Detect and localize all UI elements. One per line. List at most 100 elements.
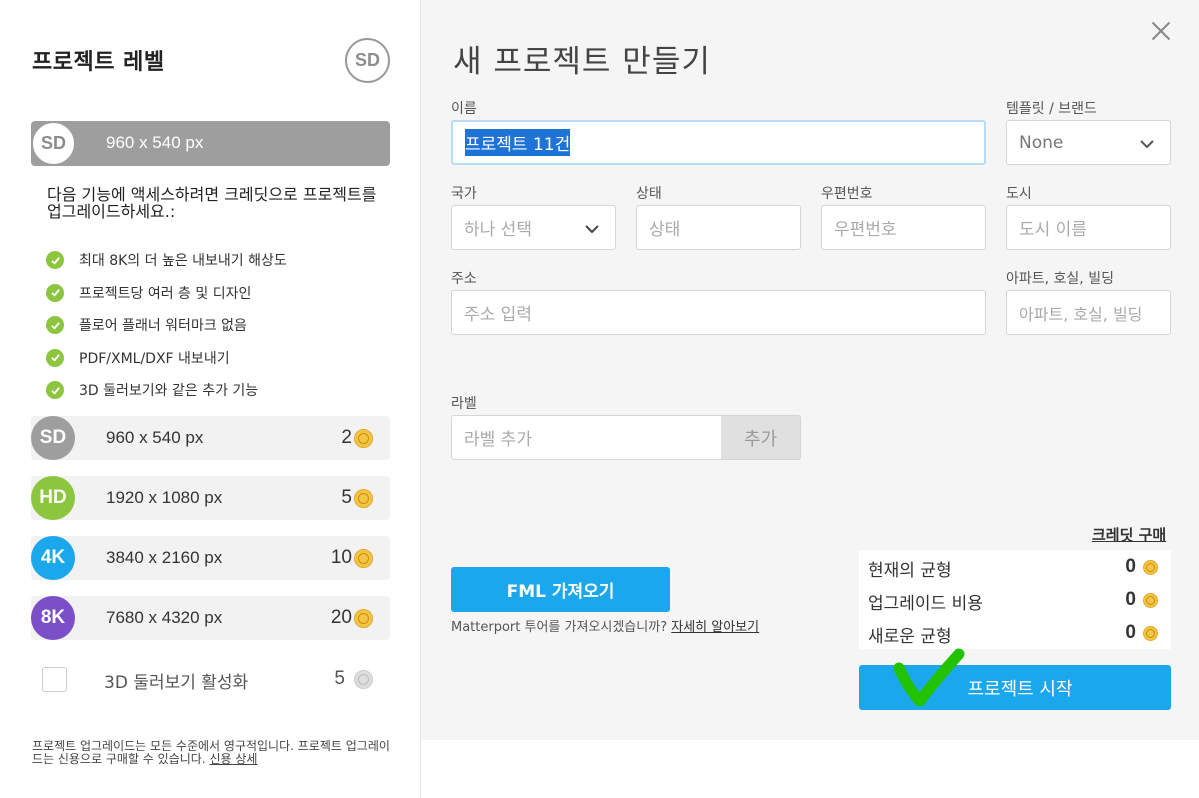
import-fml-button[interactable]: FML 가져오기 — [451, 567, 670, 612]
level-resolution: 7680 x 4320 px — [106, 608, 223, 627]
level-cost: 10 — [330, 547, 352, 568]
address-placeholder: 주소 입력 — [464, 305, 532, 325]
check-icon — [46, 381, 64, 400]
upgrade-description: 다음 기능에 액세스하려면 크레딧으로 프로젝트를 업그레이드하세요.: — [47, 185, 377, 221]
tour-cost: 5 — [334, 668, 345, 689]
city-label: 도시 — [1006, 186, 1032, 202]
country-label: 국가 — [451, 186, 477, 202]
upgrade-footnote: 프로젝트 업그레이드는 모든 수준에서 영구적입니다. 프로젝트 업그레이드는 … — [32, 740, 392, 766]
balance-label: 새로운 균형 — [868, 627, 952, 647]
panel-footer — [421, 740, 1199, 798]
template-select[interactable]: None — [1006, 120, 1171, 165]
template-value: None — [1019, 132, 1064, 153]
matterport-text: Matterport 투어를 가져오시겠습니까? — [451, 620, 668, 635]
credit-coin-icon — [1143, 593, 1158, 608]
level-resolution: 1920 x 1080 px — [106, 488, 223, 507]
feature-item: PDF/XML/DXF 내보내기 — [46, 342, 287, 375]
labels-label: 라벨 — [451, 396, 477, 412]
city-input[interactable]: 도시 이름 — [1006, 205, 1171, 250]
state-input[interactable]: 상태 — [636, 205, 801, 250]
tour-label: 3D 둘러보기 활성화 — [104, 673, 249, 693]
current-level-badge: SD — [345, 38, 390, 83]
country-select[interactable]: 하나 선택 — [451, 205, 616, 250]
apt-placeholder: 아파트, 호실, 빌딩 — [1019, 304, 1143, 324]
level-option-8k[interactable]: 8K 7680 x 4320 px 20 — [31, 596, 390, 640]
check-icon — [46, 283, 64, 302]
level-option-hd[interactable]: HD 1920 x 1080 px 5 — [31, 476, 390, 520]
apt-input[interactable]: 아파트, 호실, 빌딩 — [1006, 290, 1171, 335]
labels-input[interactable]: 라벨 추가 — [451, 415, 722, 460]
balance-value: 0 — [1125, 622, 1136, 643]
labels-placeholder: 라벨 추가 — [464, 430, 532, 450]
matterport-note: Matterport 투어를 가져오시겠습니까? 자세히 알아보기 — [451, 621, 811, 634]
level-resolution: 3840 x 2160 px — [106, 548, 223, 567]
credit-coin-icon — [354, 549, 373, 568]
buy-credits-link[interactable]: 크레딧 구매 — [1092, 524, 1166, 545]
balance-row: 현재의 균형 0 — [859, 550, 1171, 583]
apt-label: 아파트, 호실, 빌딩 — [1006, 271, 1114, 287]
credit-coin-icon — [354, 670, 373, 689]
level-options: SD 960 x 540 px 2 HD 1920 x 1080 px 5 4K… — [31, 416, 390, 656]
name-label: 이름 — [451, 101, 477, 117]
credit-coin-icon — [354, 489, 373, 508]
check-icon — [46, 348, 64, 367]
balance-label: 업그레이드 비용 — [868, 594, 983, 614]
balance-summary: 현재의 균형 0 업그레이드 비용 0 새로운 균형 0 — [859, 550, 1171, 649]
level-badge-sd: SD — [31, 416, 75, 460]
state-label: 상태 — [636, 186, 662, 202]
feature-list: 최대 8K의 더 높은 내보내기 해상도 프로젝트당 여러 층 및 디자인 플로… — [46, 244, 287, 407]
zip-placeholder: 우편번호 — [834, 220, 897, 240]
dialog-title: 새 프로젝트 만들기 — [453, 44, 711, 80]
feature-label: PDF/XML/DXF 내보내기 — [79, 350, 230, 367]
balance-value: 0 — [1125, 556, 1136, 577]
credit-coin-icon — [1143, 560, 1158, 575]
tour-option: 3D 둘러보기 활성화 5 — [31, 657, 390, 701]
credit-details-link[interactable]: 신용 상세 — [209, 752, 257, 766]
balance-value: 0 — [1125, 589, 1136, 610]
zip-input[interactable]: 우편번호 — [821, 205, 986, 250]
balance-row: 새로운 균형 0 — [859, 616, 1171, 649]
feature-item: 프로젝트당 여러 층 및 디자인 — [46, 277, 287, 310]
close-icon[interactable] — [1148, 18, 1174, 44]
start-project-button[interactable]: 프로젝트 시작 — [859, 665, 1171, 710]
template-label: 템플릿 / 브랜드 — [1006, 101, 1097, 117]
level-badge-hd: HD — [31, 476, 75, 520]
project-level-panel: 프로젝트 레벨 SD SD 960 x 540 px 다음 기능에 액세스하려면… — [0, 0, 421, 798]
level-cost: 20 — [330, 607, 352, 628]
address-input[interactable]: 주소 입력 — [451, 290, 986, 335]
add-label-button[interactable]: 추가 — [721, 415, 801, 460]
country-value: 하나 선택 — [464, 220, 532, 240]
level-badge-8k: 8K — [31, 596, 75, 640]
current-level-circle: SD — [31, 121, 76, 166]
project-name-value: 프로젝트 11건 — [465, 129, 571, 156]
chevron-down-icon — [1140, 140, 1154, 149]
level-option-4k[interactable]: 4K 3840 x 2160 px 10 — [31, 536, 390, 580]
credit-coin-icon — [1143, 626, 1158, 641]
project-name-input[interactable]: 프로젝트 11건 — [451, 120, 986, 165]
state-placeholder: 상태 — [649, 220, 681, 240]
tour-checkbox[interactable] — [42, 667, 67, 692]
level-resolution: 960 x 540 px — [106, 428, 204, 447]
city-placeholder: 도시 이름 — [1019, 220, 1087, 240]
current-level-resolution: 960 x 540 px — [106, 133, 204, 152]
level-cost: 2 — [341, 427, 352, 448]
feature-item: 3D 둘러보기와 같은 추가 기능 — [46, 374, 287, 407]
address-label: 주소 — [451, 271, 477, 287]
learn-more-link[interactable]: 자세히 알아보기 — [671, 620, 759, 635]
level-option-sd[interactable]: SD 960 x 540 px 2 — [31, 416, 390, 460]
balance-row: 업그레이드 비용 0 — [859, 583, 1171, 616]
feature-item: 최대 8K의 더 높은 내보내기 해상도 — [46, 244, 287, 277]
check-icon — [46, 316, 64, 335]
level-cost: 5 — [341, 487, 352, 508]
panel-title: 프로젝트 레벨 — [32, 50, 165, 75]
zip-label: 우편번호 — [821, 186, 873, 202]
current-level-bar: SD 960 x 540 px — [31, 121, 390, 166]
level-badge-4k: 4K — [31, 536, 75, 580]
chevron-down-icon — [585, 225, 599, 234]
credit-coin-icon — [354, 429, 373, 448]
check-icon — [46, 251, 64, 270]
feature-item: 플로어 플래너 워터마크 없음 — [46, 309, 287, 342]
feature-label: 최대 8K의 더 높은 내보내기 해상도 — [79, 253, 287, 270]
credit-coin-icon — [354, 609, 373, 628]
feature-label: 프로젝트당 여러 층 및 디자인 — [79, 285, 252, 302]
